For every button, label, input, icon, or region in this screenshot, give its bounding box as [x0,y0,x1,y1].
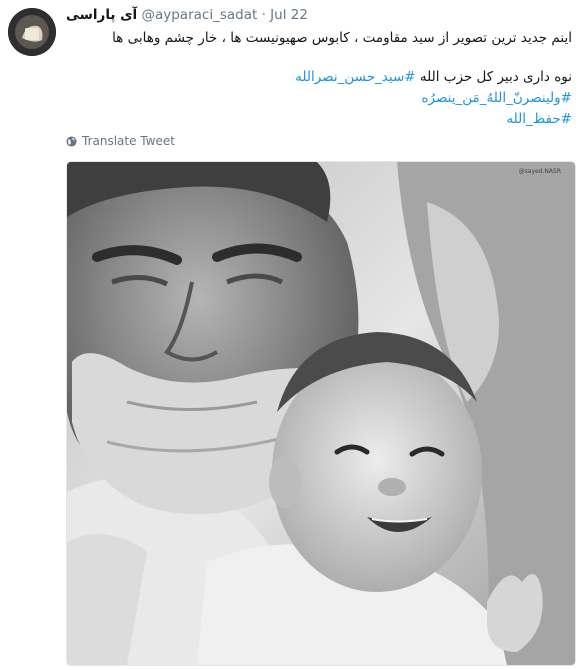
author-fullname[interactable]: آی پاراسی [66,7,137,23]
tweet-text-line2: نوه داری دبیر کل حزب الله #سید_حسن_نصرال… [66,67,572,88]
tweet-text-line1: اینم جدید ترین تصویر از سید مقاومت ، کاب… [112,30,572,46]
tweet-text-line4: #حفظ_الله [66,109,572,130]
author-username[interactable]: @ayparaci_sadat [141,7,257,23]
hashtag-link[interactable]: #حفظ_الله [506,111,572,127]
globe-icon [66,135,77,147]
translate-tweet-link[interactable]: Translate Tweet [66,134,175,148]
tweet-timestamp[interactable]: Jul 22 [270,7,308,23]
tweet-media-photo[interactable]: @sayed.NASR [66,161,576,666]
hashtag-link[interactable]: #سید_حسن_نصرالله [295,69,415,85]
tweet-text-line2-prefix: نوه داری دبیر کل حزب الله [415,69,572,85]
translate-label[interactable]: Translate Tweet [82,134,175,148]
tweet: آی پاراسی @ayparaci_sadat · Jul 22 اینم … [0,0,582,670]
avatar-image [8,8,56,56]
photo-watermark: @sayed.NASR [518,168,561,175]
tweet-text-line3: #ولینصرنّ_اللهُ_مَن_ینصرُه [66,88,572,109]
tweet-header: آی پاراسی @ayparaci_sadat · Jul 22 [66,7,308,23]
photo-illustration [67,162,575,665]
hashtag-link[interactable]: #ولینصرنّ_اللهُ_مَن_ینصرُه [421,90,572,106]
header-separator: · [261,7,266,23]
avatar[interactable] [8,8,56,56]
tweet-text: اینم جدید ترین تصویر از سید مقاومت ، کاب… [66,28,572,130]
